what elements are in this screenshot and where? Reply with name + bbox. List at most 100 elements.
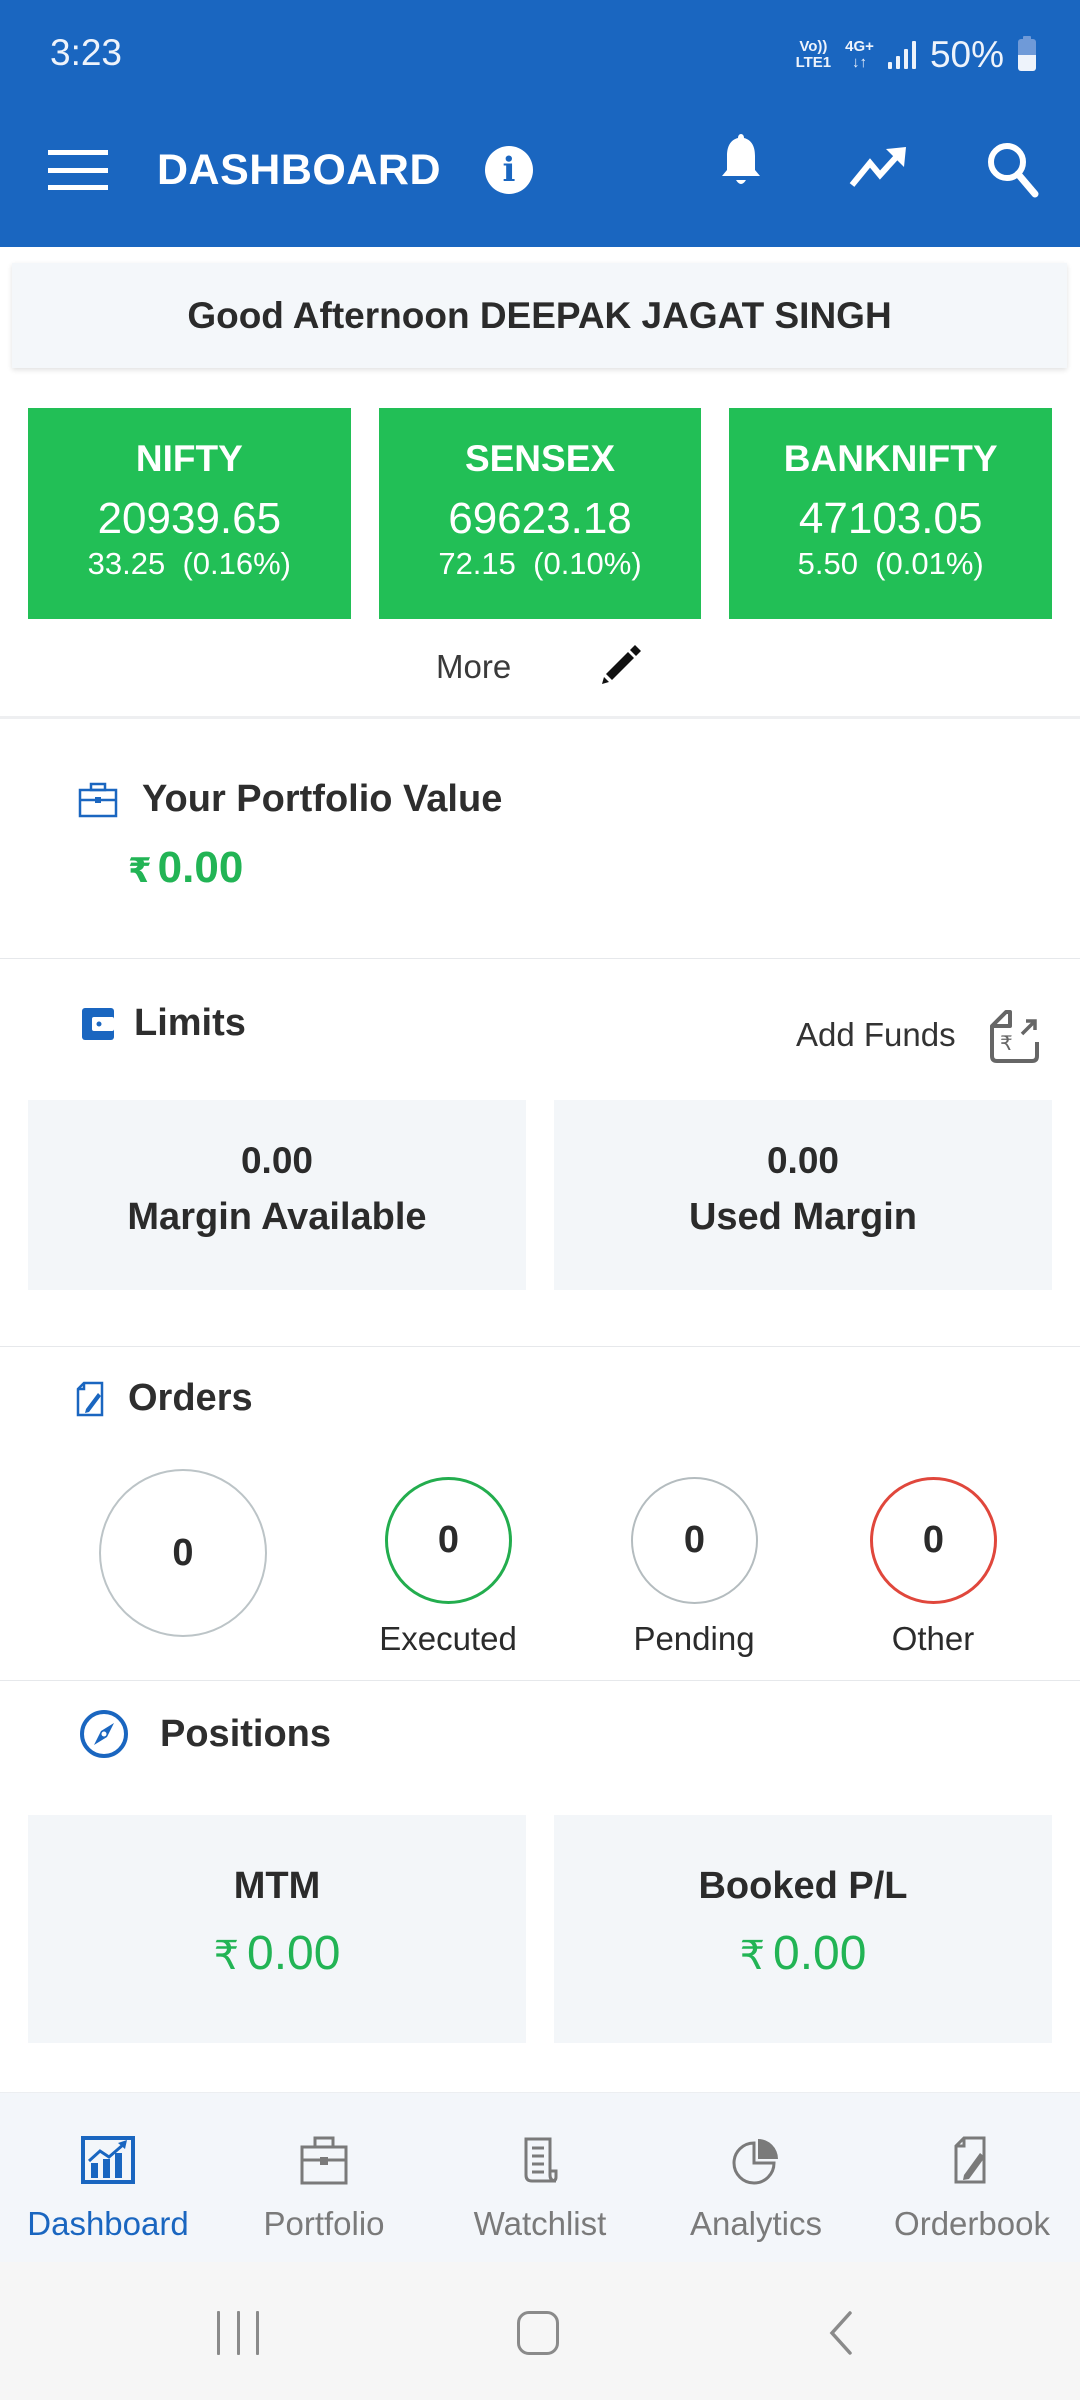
info-icon[interactable]: i <box>485 146 533 194</box>
menu-icon[interactable] <box>48 150 108 190</box>
index-tile-nifty[interactable]: NIFTY 20939.65 33.25 (0.16%) <box>28 408 351 619</box>
add-funds-button[interactable]: Add Funds ₹ <box>796 1006 1042 1064</box>
home-icon[interactable] <box>517 2311 559 2355</box>
system-nav-bar <box>0 2262 1080 2400</box>
booked-pl-label: Booked P/L <box>698 1865 908 1907</box>
used-margin-label: Used Margin <box>688 1196 918 1238</box>
orders-total-circle[interactable]: 0 <box>99 1469 267 1637</box>
orders-other-circle[interactable]: 0 <box>870 1477 997 1604</box>
more-row: More <box>0 640 1080 700</box>
mtm-amount: 0.00 <box>247 1927 341 1980</box>
more-button[interactable]: More <box>436 648 511 686</box>
portfolio-title: Your Portfolio Value <box>142 778 503 820</box>
orders-executed-circle[interactable]: 0 <box>385 1477 512 1604</box>
tab-portfolio[interactable]: Portfolio <box>216 2093 432 2262</box>
index-value: 69623.18 <box>448 494 632 543</box>
tab-orderbook[interactable]: Orderbook <box>864 2093 1080 2262</box>
booked-pl-amount: 0.00 <box>773 1927 867 1980</box>
index-value: 20939.65 <box>97 494 282 543</box>
index-name: NIFTY <box>135 438 243 479</box>
status-indicators: Vo)) LTE1 4G+ ↓↑ 50% <box>796 34 1036 76</box>
signal-icon <box>887 41 916 69</box>
tab-label: Watchlist <box>473 2205 607 2242</box>
greeting-banner: Good Afternoon DEEPAK JAGAT SINGH <box>12 263 1067 368</box>
tab-label: Portfolio <box>263 2205 385 2242</box>
compass-icon <box>80 1710 128 1758</box>
edit-pencil-icon[interactable] <box>598 640 646 688</box>
index-change: 72.15 (0.10%) <box>438 546 642 581</box>
portfolio-amount: 0.00 <box>157 843 244 892</box>
positions-header: Positions <box>78 1708 331 1760</box>
section-divider <box>0 958 1080 959</box>
orders-pending-circle[interactable]: 0 <box>631 1477 758 1604</box>
search-icon[interactable] <box>985 140 1039 198</box>
volte-label: Vo)) <box>799 38 828 55</box>
status-bar: 3:23 Vo)) LTE1 4G+ ↓↑ 50% <box>0 0 1080 110</box>
orders-header: Orders <box>76 1377 253 1420</box>
page-title: DASHBOARD <box>157 146 441 194</box>
tab-watchlist[interactable]: Watchlist <box>432 2093 648 2262</box>
mtm-label: MTM <box>233 1865 321 1907</box>
section-divider <box>0 1680 1080 1681</box>
index-name: SENSEX <box>464 438 616 479</box>
wallet-icon <box>82 1007 114 1040</box>
limits-cards: 0.00 Margin Available 0.00 Used Margin <box>28 1100 1052 1290</box>
index-name: BANKNIFTY <box>783 438 998 479</box>
used-margin-value: 0.00 <box>766 1140 839 1181</box>
bottom-nav: Dashboard Portfolio Watchlist Analytics <box>0 2092 1080 2262</box>
svg-text:₹: ₹ <box>1000 1031 1013 1055</box>
margin-available-card[interactable]: 0.00 Margin Available <box>28 1100 526 1290</box>
limits-header: Limits <box>80 1002 246 1045</box>
bell-icon[interactable] <box>716 130 766 190</box>
booked-pl-card[interactable]: Booked P/L ₹0.00 <box>554 1815 1052 2043</box>
list-document-icon <box>524 2137 558 2183</box>
index-tile-sensex[interactable]: SENSEX 69623.18 72.15 (0.10%) <box>378 408 702 619</box>
portfolio-header[interactable]: Your Portfolio Value <box>78 778 502 821</box>
status-time: 3:23 <box>50 32 123 73</box>
briefcase-icon <box>78 782 118 817</box>
booked-pl-value: ₹0.00 <box>554 1926 1052 1981</box>
limits-title: Limits <box>134 1002 246 1044</box>
index-value: 47103.05 <box>798 494 983 543</box>
lte-label: LTE1 <box>795 54 832 71</box>
orders-edit-icon <box>76 1381 104 1416</box>
network-type-indicator: 4G+ ↓↑ <box>845 39 874 71</box>
tab-label: Analytics <box>689 2205 823 2242</box>
back-icon[interactable] <box>826 2310 856 2356</box>
tab-analytics[interactable]: Analytics <box>648 2093 864 2262</box>
add-funds-icon: ₹ <box>989 1010 1039 1063</box>
used-margin-card[interactable]: 0.00 Used Margin <box>554 1100 1052 1290</box>
orders-other-label: Other <box>891 1620 975 1657</box>
battery-percent: 50% <box>929 34 1004 75</box>
orders-executed-label: Executed <box>379 1620 517 1657</box>
positions-title: Positions <box>160 1712 332 1755</box>
chart-icon <box>81 2136 135 2184</box>
positions-cards: MTM ₹0.00 Booked P/L ₹0.00 <box>28 1815 1052 2043</box>
margin-available-value: 0.00 <box>240 1140 313 1181</box>
app-bar: 3:23 Vo)) LTE1 4G+ ↓↑ 50% DASHBOARD i <box>0 0 1080 247</box>
edit-document-icon <box>954 2136 986 2184</box>
network-type-label: 4G+ <box>845 38 874 55</box>
data-arrows-icon: ↓↑ <box>852 54 868 71</box>
pie-chart-icon <box>732 2139 778 2185</box>
portfolio-value: ₹0.00 <box>128 843 243 893</box>
tab-dashboard[interactable]: Dashboard <box>0 2093 216 2262</box>
rupee-symbol: ₹ <box>128 852 152 890</box>
section-divider <box>0 716 1080 719</box>
margin-available-label: Margin Available <box>127 1196 427 1238</box>
rupee-symbol: ₹ <box>213 1934 240 1978</box>
orders-title: Orders <box>128 1377 253 1419</box>
index-tiles: NIFTY 20939.65 33.25 (0.16%) SENSEX 6962… <box>28 408 1053 619</box>
recent-apps-icon[interactable] <box>217 2311 259 2355</box>
section-divider <box>0 1346 1080 1347</box>
add-funds-label: Add Funds <box>796 1016 956 1053</box>
volte-indicator: Vo)) LTE1 <box>796 39 832 71</box>
mtm-card[interactable]: MTM ₹0.00 <box>28 1815 526 2043</box>
mtm-value: ₹0.00 <box>28 1926 526 1981</box>
battery-icon <box>1018 36 1036 71</box>
index-tile-banknifty[interactable]: BANKNIFTY 47103.05 5.50 (0.01%) <box>729 408 1053 619</box>
trending-up-icon[interactable] <box>848 145 908 190</box>
tab-label: Dashboard <box>27 2205 189 2242</box>
briefcase-icon <box>300 2136 348 2185</box>
index-change: 33.25 (0.16%) <box>87 546 292 581</box>
